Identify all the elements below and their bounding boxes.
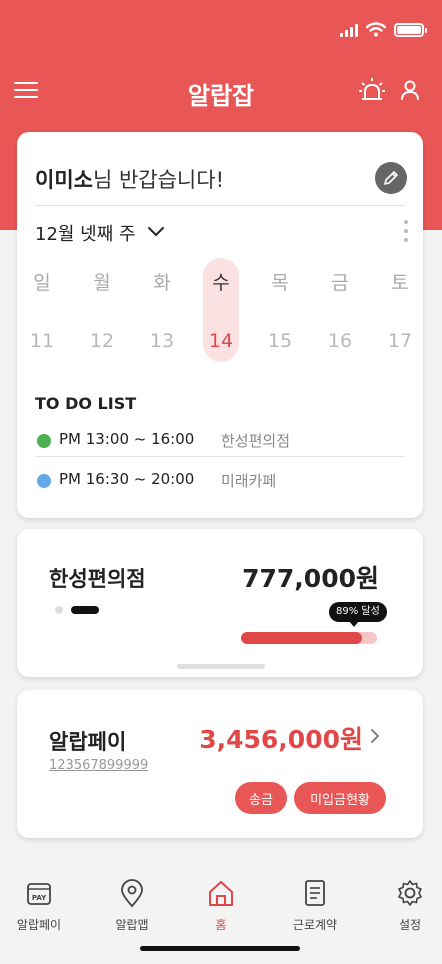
nav-label: 설정 — [398, 918, 422, 932]
nav-label: 근로계약 — [292, 918, 338, 932]
day-of-week: 금 — [331, 272, 349, 294]
day-number: 16 — [327, 330, 353, 352]
workplace-amount: 777,000원 — [242, 564, 379, 593]
page-indicator[interactable] — [55, 606, 99, 614]
nav-settings[interactable]: 설정 — [373, 878, 442, 933]
contract-icon — [305, 880, 325, 906]
todo-time: PM 13:00 ~ 16:00 — [59, 430, 195, 448]
day-of-week: 토 — [391, 272, 409, 294]
alarm-light-icon[interactable] — [358, 76, 386, 104]
drag-handle[interactable] — [177, 664, 265, 669]
day-of-week: 수 — [212, 272, 230, 294]
chevron-down-icon[interactable] — [147, 224, 165, 240]
send-money-button[interactable]: 송금 — [235, 782, 287, 814]
day-number: 14 — [208, 330, 234, 352]
map-pin-icon — [121, 879, 143, 908]
nav-label: 홈 — [215, 918, 227, 932]
todo-dot — [37, 434, 51, 448]
pay-balance[interactable]: 3,456,000원 — [199, 720, 363, 756]
home-icon — [209, 881, 233, 906]
nav-contract[interactable]: 근로계약 — [278, 878, 352, 933]
pay-icon: PAY — [27, 883, 51, 905]
week-selector-label[interactable]: 12월 넷째 주 — [35, 220, 136, 246]
home-indicator — [140, 946, 300, 951]
app-bar: 알랍잡 — [0, 70, 442, 114]
day-number: 12 — [89, 330, 115, 352]
progress-tooltip: 89% 달성 — [329, 602, 387, 627]
day-monday[interactable]: 월 12 — [84, 258, 120, 362]
day-of-week: 일 — [33, 272, 51, 294]
todo-place: 한성편의점 — [221, 432, 291, 450]
workplace-card[interactable]: 한성편의점 777,000원 89% 달성 — [17, 529, 423, 677]
day-saturday[interactable]: 토 17 — [382, 258, 418, 362]
user-icon[interactable] — [398, 78, 422, 102]
progress-fill — [241, 632, 363, 644]
day-wednesday-selected[interactable]: 수 14 — [203, 258, 239, 362]
greeting-text: 이미소님 반갑습니다! — [35, 164, 224, 194]
day-of-week: 목 — [271, 272, 289, 294]
day-of-week: 화 — [153, 272, 171, 294]
progress-bar — [241, 632, 377, 644]
pencil-icon — [384, 171, 398, 185]
signal-icon — [340, 23, 358, 37]
day-friday[interactable]: 금 16 — [322, 258, 358, 362]
divider — [35, 456, 405, 457]
day-number: 17 — [387, 330, 413, 352]
chevron-right-icon[interactable] — [369, 728, 381, 744]
nav-label: 알랍페이 — [16, 918, 62, 932]
todo-time: PM 16:30 ~ 20:00 — [59, 470, 195, 488]
todo-title: TO DO LIST — [35, 394, 137, 413]
todo-item[interactable]: PM 16:30 ~ 20:00 미래카페 — [37, 468, 405, 492]
unpaid-status-button[interactable]: 미입금현황 — [294, 782, 386, 814]
status-bar — [340, 22, 427, 37]
wifi-icon — [366, 22, 386, 37]
day-thursday[interactable]: 목 15 — [262, 258, 298, 362]
svg-text:PAY: PAY — [32, 894, 47, 902]
edit-button[interactable] — [375, 162, 407, 194]
todo-place: 미래카페 — [221, 472, 277, 490]
nav-home[interactable]: 홈 — [184, 878, 258, 933]
day-number: 13 — [149, 330, 175, 352]
todo-item[interactable]: PM 13:00 ~ 16:00 한성편의점 — [37, 428, 405, 452]
gear-icon — [398, 880, 422, 906]
nav-map[interactable]: 알랍맵 — [95, 878, 169, 933]
day-tuesday[interactable]: 화 13 — [144, 258, 180, 362]
page-dot — [55, 606, 63, 614]
divider — [35, 205, 405, 206]
day-number: 15 — [267, 330, 293, 352]
day-sunday[interactable]: 일 11 — [24, 258, 60, 362]
greeting-suffix: 님 반갑습니다! — [92, 168, 224, 192]
pay-card: 알랍페이 123567899999 3,456,000원 송금 미입금현황 — [17, 690, 423, 838]
todo-dot — [37, 474, 51, 488]
page-dot-active — [71, 606, 99, 614]
more-options-icon[interactable] — [403, 220, 409, 242]
day-number: 11 — [29, 330, 55, 352]
pay-account-number[interactable]: 123567899999 — [49, 758, 148, 773]
battery-icon — [394, 22, 427, 37]
nav-pay[interactable]: PAY 알랍페이 — [2, 878, 76, 933]
nav-label: 알랍맵 — [115, 918, 149, 932]
user-name: 이미소 — [35, 168, 93, 192]
pay-title: 알랍페이 — [49, 730, 127, 754]
workplace-name: 한성편의점 — [49, 567, 146, 591]
schedule-card: 이미소님 반갑습니다! 12월 넷째 주 일 11 월 12 화 13 수 14… — [17, 132, 423, 518]
day-of-week: 월 — [93, 272, 111, 294]
